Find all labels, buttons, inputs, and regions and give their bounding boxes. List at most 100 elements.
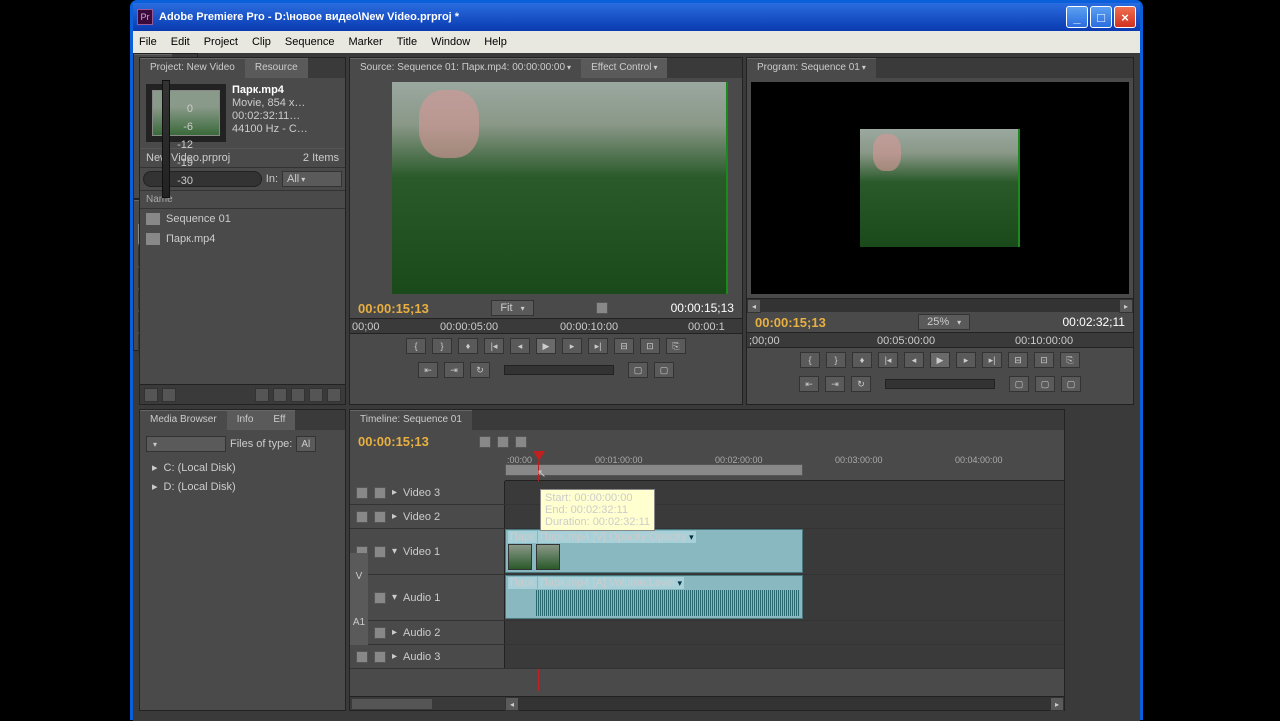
next-button[interactable]: ⇥	[444, 362, 464, 378]
settings-icon[interactable]	[515, 436, 527, 448]
tab-project[interactable]: Project: New Video	[140, 58, 245, 78]
next-button[interactable]: ⇥	[825, 376, 845, 392]
source-tc-current[interactable]: 00:00:15;13	[358, 301, 429, 316]
btn-b[interactable]: ▢	[654, 362, 674, 378]
menu-title[interactable]: Title	[397, 36, 417, 48]
menu-window[interactable]: Window	[431, 36, 470, 48]
close-button[interactable]: ×	[1114, 6, 1136, 28]
lock-icon[interactable]	[374, 651, 386, 663]
lock-icon[interactable]	[374, 592, 386, 604]
menu-sequence[interactable]: Sequence	[285, 36, 335, 48]
btn-a[interactable]: ▢	[1009, 376, 1029, 392]
snap-icon[interactable]	[479, 436, 491, 448]
track-header-v3[interactable]: ▸ Video 3	[350, 481, 505, 504]
menu-project[interactable]: Project	[204, 36, 238, 48]
lock-icon[interactable]	[374, 511, 386, 523]
tab-source[interactable]: Source: Sequence 01: Парк.mp4: 00:00:00:…	[350, 58, 581, 78]
tab-effect-controls[interactable]: Effect Control	[581, 58, 667, 78]
eye-icon[interactable]	[356, 511, 368, 523]
step-fwd-button[interactable]: ▸	[956, 352, 976, 368]
tab-media-browser[interactable]: Media Browser	[140, 410, 227, 430]
mark-out-button[interactable]: }	[432, 338, 452, 354]
step-back-button[interactable]: ◂	[510, 338, 530, 354]
files-type-dropdown[interactable]: Al	[296, 436, 316, 452]
tab-timeline[interactable]: Timeline: Sequence 01	[350, 410, 472, 430]
play-button[interactable]: ▶	[930, 352, 950, 368]
source-ruler[interactable]: 00;00 00:00:05:00 00:00:10:00 00:00:1	[350, 318, 742, 334]
export-frame-button[interactable]: ⎘	[1060, 352, 1080, 368]
prev-button[interactable]: ⇤	[799, 376, 819, 392]
lock-icon[interactable]	[374, 627, 386, 639]
overwrite-button[interactable]: ⊡	[640, 338, 660, 354]
shuttle-slider[interactable]	[504, 365, 614, 375]
zoom-slider[interactable]	[352, 699, 432, 709]
menu-marker[interactable]: Marker	[348, 36, 382, 48]
bin-item-sequence[interactable]: Sequence 01	[140, 209, 345, 229]
track-header-v1[interactable]: ▾ Video 1	[350, 529, 505, 574]
tab-info[interactable]: Info	[227, 410, 264, 430]
extract-button[interactable]: ⊡	[1034, 352, 1054, 368]
program-monitor[interactable]	[751, 82, 1129, 294]
set-marker-button[interactable]: ♦	[852, 352, 872, 368]
goto-in-button[interactable]: |◂	[878, 352, 898, 368]
track-header-v2[interactable]: ▸ Video 2	[350, 505, 505, 528]
timeline-ruler[interactable]: :00:00 00:01:00:00 00:02:00:00 00:03:00:…	[505, 453, 1064, 481]
btn-c[interactable]: ▢	[1061, 376, 1081, 392]
timeline-tc[interactable]: 00:00:15;13	[358, 434, 429, 449]
track-header-a2[interactable]: ▸ Audio 2	[350, 621, 505, 644]
program-zoom-dropdown[interactable]: 25%	[918, 314, 970, 330]
tab-resource[interactable]: Resource	[245, 58, 308, 78]
program-tc-current[interactable]: 00:00:15;13	[755, 315, 826, 330]
menu-help[interactable]: Help	[484, 36, 507, 48]
loop-button[interactable]: ↻	[851, 376, 871, 392]
prev-button[interactable]: ⇤	[418, 362, 438, 378]
timeline-scrollbar[interactable]: ◂▸	[350, 696, 1064, 710]
source-monitor[interactable]	[392, 82, 728, 294]
marker-icon[interactable]	[497, 436, 509, 448]
menu-file[interactable]: File	[139, 36, 157, 48]
lock-icon[interactable]	[374, 546, 386, 558]
btn-a[interactable]: ▢	[628, 362, 648, 378]
maximize-button[interactable]: □	[1090, 6, 1112, 28]
find-icon[interactable]	[273, 388, 287, 402]
play-button[interactable]: ▶	[536, 338, 556, 354]
bin-item-clip[interactable]: Парк.mp4	[140, 229, 345, 249]
btn-b[interactable]: ▢	[1035, 376, 1055, 392]
track-header-a1[interactable]: ▾ Audio 1	[350, 575, 505, 620]
video-clip[interactable]: Парк Парк.mp4 [V] Opacity:Opacity ▾	[505, 529, 803, 573]
new-item-icon[interactable]	[309, 388, 323, 402]
lock-icon[interactable]	[374, 487, 386, 499]
loop-button[interactable]: ↻	[470, 362, 490, 378]
insert-button[interactable]: ⊟	[614, 338, 634, 354]
goto-out-button[interactable]: ▸|	[588, 338, 608, 354]
menu-clip[interactable]: Clip	[252, 36, 271, 48]
menu-edit[interactable]: Edit	[171, 36, 190, 48]
goto-in-button[interactable]: |◂	[484, 338, 504, 354]
tab-effects[interactable]: Eff	[263, 410, 295, 430]
titlebar[interactable]: Pr Adobe Premiere Pro - D:\новое видео\N…	[133, 3, 1140, 31]
work-area-bar[interactable]	[505, 464, 803, 476]
set-marker-button[interactable]: ♦	[458, 338, 478, 354]
playhead-icon[interactable]	[533, 451, 545, 461]
step-fwd-button[interactable]: ▸	[562, 338, 582, 354]
program-ruler[interactable]: ;00;00 00:05:00:00 00:10:00:00	[747, 332, 1133, 348]
export-frame-button[interactable]: ⎘	[666, 338, 686, 354]
shuttle-slider[interactable]	[885, 379, 995, 389]
in-dropdown[interactable]: All	[282, 171, 342, 187]
speaker-icon[interactable]	[356, 651, 368, 663]
eye-icon[interactable]	[356, 487, 368, 499]
list-view-icon[interactable]	[144, 388, 158, 402]
track-header-a3[interactable]: ▸ Audio 3	[350, 645, 505, 668]
audio-patch[interactable]: A1	[350, 599, 368, 645]
mark-out-button[interactable]: }	[826, 352, 846, 368]
drive-c[interactable]: ▸ C: (Local Disk)	[146, 458, 339, 477]
goto-out-button[interactable]: ▸|	[982, 352, 1002, 368]
source-zoom-dropdown[interactable]: Fit	[491, 300, 533, 316]
automate-icon[interactable]	[255, 388, 269, 402]
minimize-button[interactable]: _	[1066, 6, 1088, 28]
mark-in-button[interactable]: {	[800, 352, 820, 368]
tab-program[interactable]: Program: Sequence 01	[747, 58, 876, 78]
trash-icon[interactable]	[327, 388, 341, 402]
new-bin-icon[interactable]	[291, 388, 305, 402]
drive-d[interactable]: ▸ D: (Local Disk)	[146, 477, 339, 496]
